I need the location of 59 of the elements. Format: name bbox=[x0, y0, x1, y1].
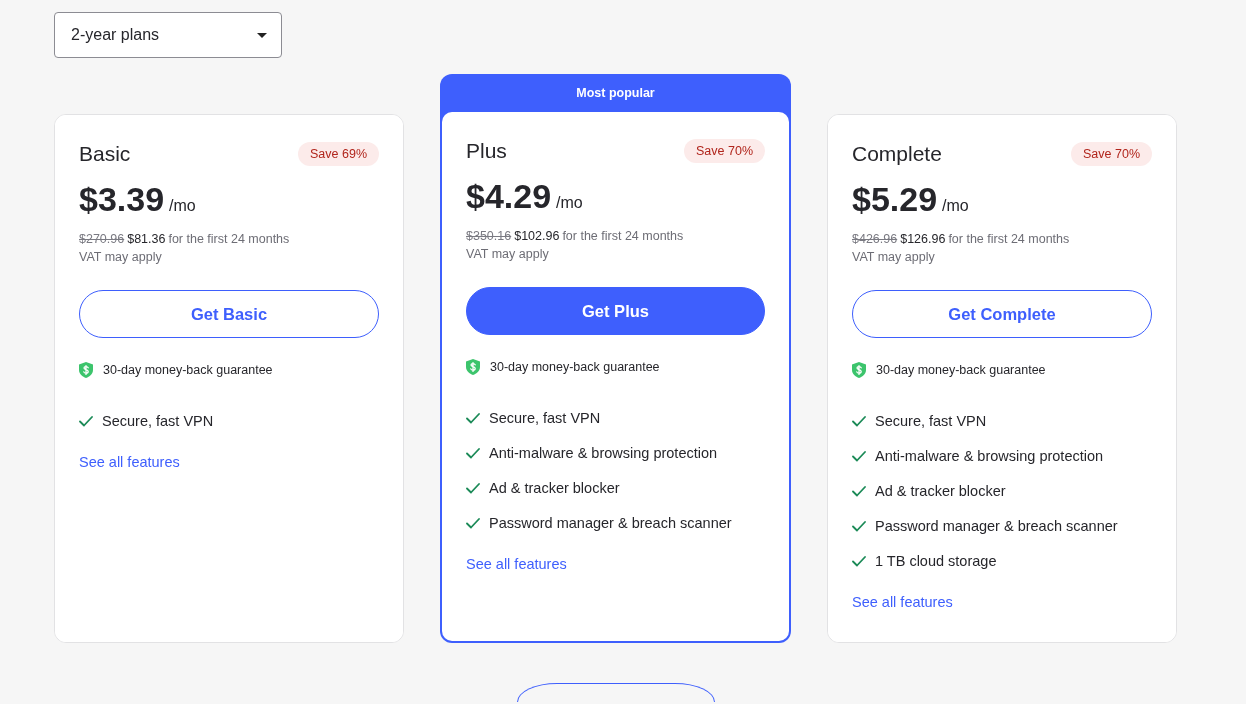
check-icon bbox=[852, 485, 866, 497]
caret-icon bbox=[257, 32, 267, 38]
check-icon bbox=[852, 415, 866, 427]
feature-text: Password manager & breach scanner bbox=[875, 518, 1118, 534]
original-price: $426.96 bbox=[852, 231, 898, 248]
price-unit: /mo bbox=[169, 197, 196, 215]
discount-badge: Save 70% bbox=[684, 139, 765, 163]
get-plan-button[interactable]: Get Plus bbox=[466, 287, 765, 335]
feature-text: Anti-malware & browsing protection bbox=[875, 448, 1104, 464]
see-features-link[interactable]: See all features bbox=[852, 592, 953, 612]
feature-text: Secure, fast VPN bbox=[489, 410, 601, 426]
check-icon bbox=[852, 555, 866, 567]
discount-badge: Save 69% bbox=[298, 142, 379, 166]
guarantee-text: 30-day money-back guarantee bbox=[103, 363, 273, 377]
monthly-price: $5.29 bbox=[852, 179, 938, 219]
feature-text: Anti-malware & browsing protection bbox=[489, 445, 718, 461]
plan-name: Plus bbox=[466, 139, 507, 163]
banner-label: Most popular bbox=[575, 85, 656, 102]
check-icon bbox=[466, 482, 480, 494]
tax-note: VAT may apply bbox=[79, 249, 163, 266]
discount-badge: Save 70% bbox=[1071, 142, 1152, 166]
plan-dropdown[interactable]: 2-year plans bbox=[54, 12, 282, 58]
feature-text: Secure, fast VPN bbox=[875, 413, 987, 429]
guarantee-text: 30-day money-back guarantee bbox=[490, 360, 660, 374]
monthly-price: $3.39 bbox=[79, 179, 165, 219]
plan-name: Complete bbox=[852, 142, 942, 166]
price-unit: /mo bbox=[556, 194, 583, 212]
original-price: $350.16 bbox=[466, 228, 512, 245]
check-icon bbox=[79, 415, 93, 427]
shield-dollar-icon bbox=[852, 362, 866, 378]
see-features-link[interactable]: See all features bbox=[79, 452, 180, 472]
price-unit: /mo bbox=[942, 197, 969, 215]
shield-dollar-icon bbox=[79, 362, 93, 378]
get-plan-button[interactable]: Get Complete bbox=[852, 290, 1152, 338]
guarantee-text: 30-day money-back guarantee bbox=[876, 363, 1046, 377]
price-term: for the first 24 months bbox=[168, 231, 290, 248]
price-term: for the first 24 months bbox=[948, 231, 1070, 248]
feature-text: Ad & tracker blocker bbox=[489, 480, 620, 496]
shield-dollar-icon bbox=[466, 359, 480, 375]
get-plan-button[interactable]: Get Basic bbox=[79, 290, 379, 338]
plan-name: Basic bbox=[79, 142, 131, 166]
total-price: $126.96 bbox=[900, 231, 946, 248]
feature-text: 1 TB cloud storage bbox=[875, 553, 997, 569]
total-price: $81.36 bbox=[127, 231, 166, 248]
check-icon bbox=[466, 447, 480, 459]
feature-text: Password manager & breach scanner bbox=[489, 515, 732, 531]
feature-text: Ad & tracker blocker bbox=[875, 483, 1006, 499]
check-icon bbox=[852, 520, 866, 532]
price-term: for the first 24 months bbox=[562, 228, 684, 245]
original-price: $270.96 bbox=[79, 231, 125, 248]
tax-note: VAT may apply bbox=[852, 249, 936, 266]
total-price: $102.96 bbox=[514, 228, 560, 245]
feature-text: Secure, fast VPN bbox=[102, 413, 214, 429]
monthly-price: $4.29 bbox=[466, 176, 552, 216]
check-icon bbox=[852, 450, 866, 462]
tax-note: VAT may apply bbox=[466, 246, 550, 263]
see-features-link[interactable]: See all features bbox=[466, 554, 567, 574]
check-icon bbox=[466, 517, 480, 529]
check-icon bbox=[466, 412, 480, 424]
